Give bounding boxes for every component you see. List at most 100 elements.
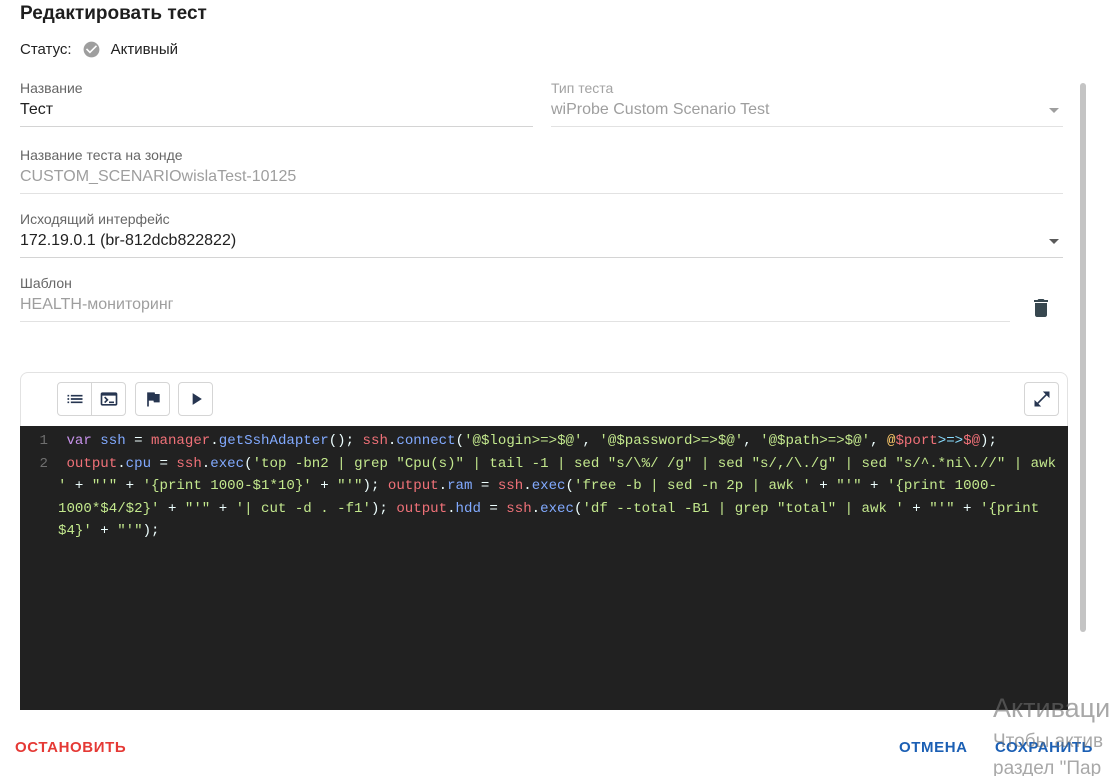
code-token: ); <box>362 478 388 494</box>
code-token: . <box>531 500 541 517</box>
code-token: + <box>810 478 837 494</box>
probe-test-name-input: CUSTOM_SCENARIOwislaTest-10125 <box>20 166 1063 194</box>
code-editor[interactable]: 1 var ssh = manager.getSshAdapter(); ssh.… <box>20 426 1068 710</box>
code-token: = <box>480 500 507 517</box>
code-token: . <box>117 455 126 472</box>
run-button[interactable] <box>178 382 213 416</box>
code-token: + <box>117 478 143 494</box>
code-token: ); <box>142 523 160 539</box>
code-token: "'" <box>337 478 363 494</box>
delete-template-button[interactable] <box>1029 296 1053 320</box>
list-icon <box>67 394 82 404</box>
template-label: Шаблон <box>20 275 72 291</box>
code-token: + <box>210 500 236 517</box>
code-token: = <box>472 478 498 494</box>
code-line-content: var ssh = manager.getSshAdapter(); ssh.c… <box>58 430 1068 453</box>
code-token: '@$login>=>$@' <box>464 433 583 449</box>
test-type-field: Тип теста wiProbe Custom Scenario Test <box>551 79 1063 127</box>
code-token: manager <box>151 433 211 449</box>
template-field: Шаблон HEALTH-мониторинг <box>20 274 1010 322</box>
test-type-value: wiProbe Custom Scenario Test <box>551 101 770 118</box>
code-row: output.cpu = ssh.exec('top -bn2 | grep "… <box>58 453 1068 476</box>
code-token: ssh <box>506 500 532 517</box>
stop-button[interactable]: ОСТАНОВИТЬ <box>15 733 126 763</box>
code-row: var ssh = manager.getSshAdapter(); ssh.c… <box>58 430 1068 453</box>
code-line-content: output.cpu = ssh.exec('top -bn2 | grep "… <box>58 453 1068 543</box>
code-token: + <box>861 478 887 494</box>
code-token: 'df --total -B1 | grep "total" | awk ' <box>582 500 904 517</box>
code-token: + <box>903 500 930 517</box>
dialog-title: Редактировать тест <box>20 3 207 24</box>
test-type-label: Тип теста <box>551 80 614 96</box>
probe-test-name-label: Название теста на зонде <box>20 147 183 163</box>
code-line: 2 output.cpu = ssh.exec('top -bn2 | grep … <box>20 453 1068 543</box>
code-token: output <box>387 478 439 494</box>
code-token: '{print <box>979 500 1040 517</box>
code-token: ssh <box>100 433 126 449</box>
code-token: "'" <box>91 478 118 494</box>
code-token: '@$path>=>$@' <box>760 433 871 449</box>
code-row: $4}' + "'"); <box>58 520 1068 543</box>
code-token: output <box>66 455 118 472</box>
code-token: , <box>743 433 761 449</box>
code-token: 1000*$4/$2}' <box>58 500 160 517</box>
template-value: HEALTH-мониторинг <box>20 296 174 313</box>
flag-button[interactable] <box>135 382 170 416</box>
code-token: exec <box>540 500 574 517</box>
outgoing-interface-value: 172.19.0.1 (br-812dcb822822) <box>20 232 237 249</box>
list-view-button[interactable] <box>57 382 92 416</box>
trash-icon <box>1034 299 1048 317</box>
code-token: + <box>91 523 118 539</box>
code-token: . <box>447 500 456 517</box>
test-type-select: wiProbe Custom Scenario Test <box>551 99 1063 127</box>
code-token: output <box>396 500 448 517</box>
code-token: connect <box>396 433 456 449</box>
scrollbar[interactable] <box>1080 83 1086 632</box>
code-token: '| cut -d . -f1' <box>235 500 371 517</box>
code-token: >=> <box>937 433 964 449</box>
outgoing-interface-field: Исходящий интерфейс 172.19.0.1 (br-812dc… <box>20 210 1063 258</box>
code-token: ssh <box>362 433 388 449</box>
code-token: + <box>954 500 980 517</box>
cancel-button[interactable]: ОТМЕНА <box>899 733 968 763</box>
code-row: 1000*$4/$2}' + "'" + '| cut -d . -f1'); … <box>58 498 1068 521</box>
code-token: = <box>125 433 152 449</box>
name-value: Тест <box>20 101 54 118</box>
code-token: (); <box>328 433 363 449</box>
code-token: $@ <box>963 433 981 449</box>
terminal-icon <box>100 392 117 406</box>
code-token: , <box>870 433 887 449</box>
name-input[interactable]: Тест <box>20 99 533 127</box>
code-token: ssh <box>176 455 202 472</box>
code-token: ); <box>370 500 397 517</box>
code-token: exec <box>531 478 566 494</box>
expand-icon <box>1034 391 1049 407</box>
code-token: $port <box>895 433 938 449</box>
code-token: var <box>66 433 92 449</box>
code-token: '{print 1000- <box>886 478 997 494</box>
status-value: Активный <box>110 40 178 58</box>
code-token: '{print 1000-$1*10}' <box>142 478 312 494</box>
code-token: . <box>201 455 211 472</box>
terminal-view-button[interactable] <box>91 382 126 416</box>
save-button[interactable]: СОХРАНИТЬ <box>995 733 1093 763</box>
line-number: 1 <box>39 433 48 449</box>
code-token: "'" <box>184 500 211 517</box>
expand-button[interactable] <box>1024 382 1059 416</box>
code-token: ram <box>447 478 473 494</box>
probe-test-name-field: Название теста на зонде CUSTOM_SCENARIOw… <box>20 146 1063 194</box>
arrow-drop-down-icon <box>1049 108 1059 113</box>
code-token: + <box>159 500 185 517</box>
code-token: $4}' <box>58 523 92 539</box>
probe-test-name-value: CUSTOM_SCENARIOwislaTest-10125 <box>20 168 297 185</box>
name-label: Название <box>20 80 83 96</box>
code-token: = <box>151 455 177 472</box>
code-token: . <box>210 433 219 449</box>
code-row: ' + "'" + '{print 1000-$1*10}' + "'"); o… <box>58 475 1068 498</box>
code-token: cpu <box>125 455 152 472</box>
editor-toolbar <box>20 372 1068 426</box>
code-token: '@$password>=>$@' <box>599 433 744 449</box>
code-token: . <box>523 478 532 494</box>
status-row: Статус: Активный <box>20 39 178 59</box>
outgoing-interface-select[interactable]: 172.19.0.1 (br-812dcb822822) <box>20 230 1063 258</box>
